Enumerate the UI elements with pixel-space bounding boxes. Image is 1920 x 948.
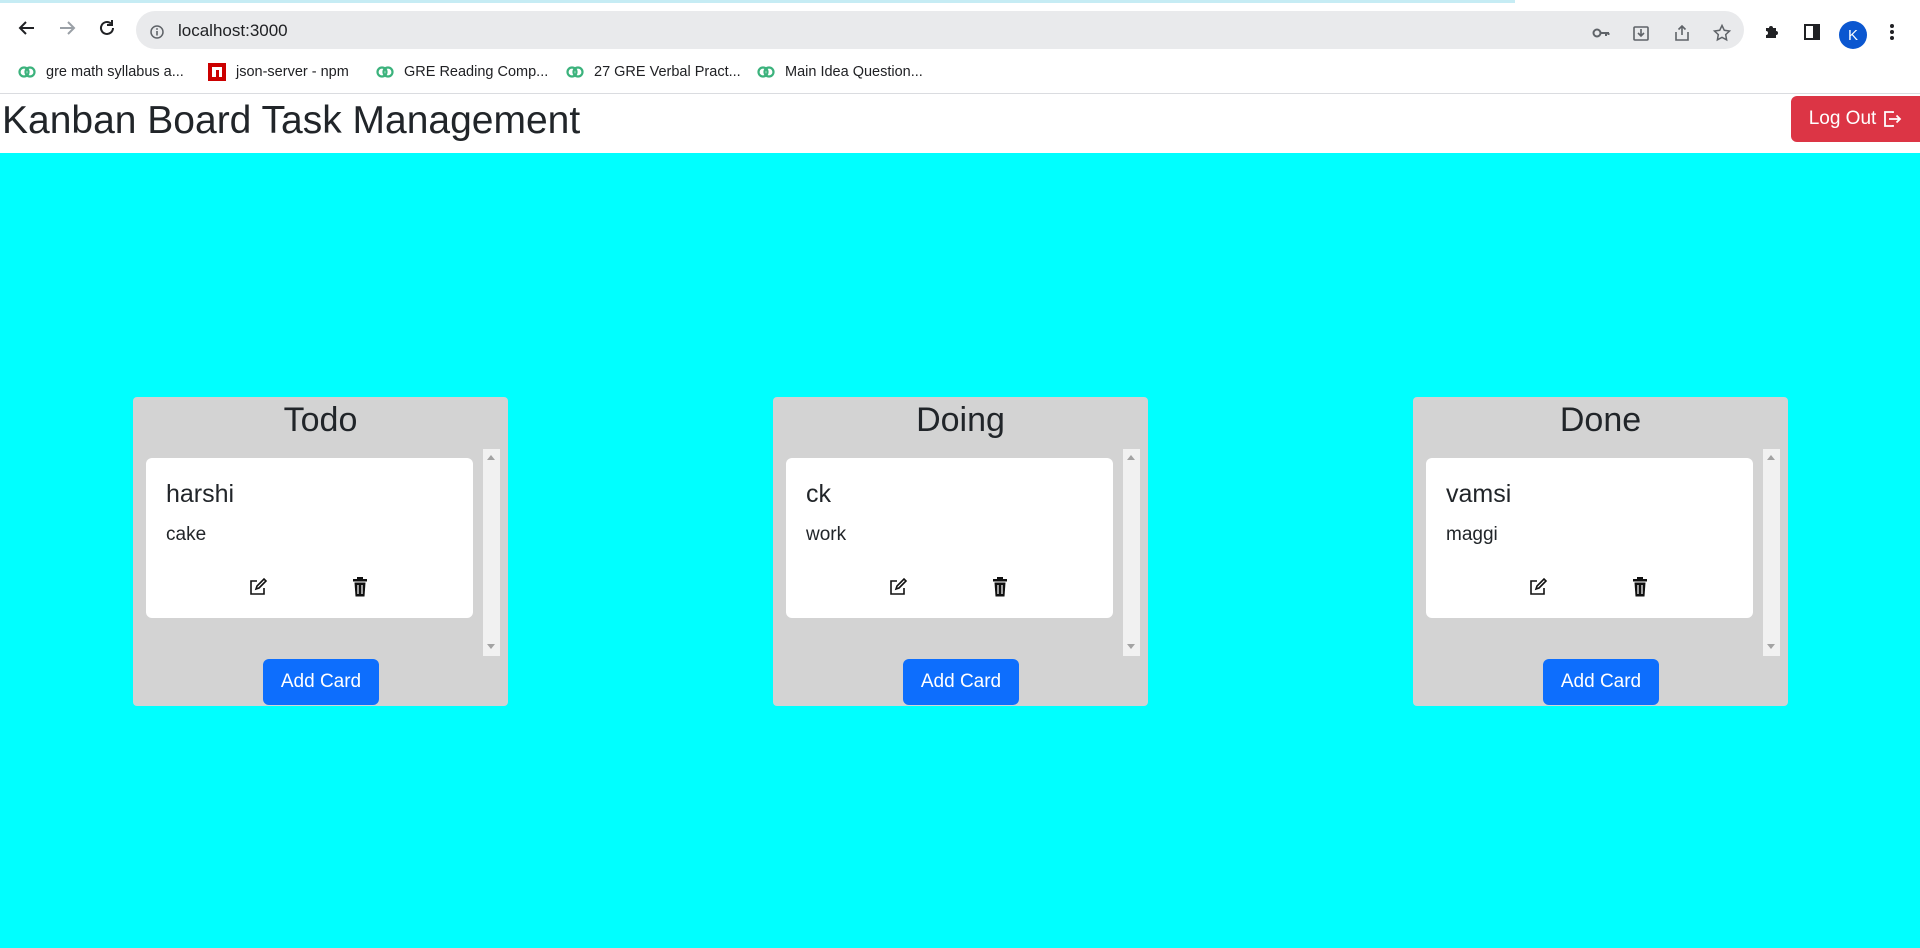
logout-icon — [1884, 111, 1902, 127]
address-bar-url: localhost:3000 — [178, 21, 288, 40]
scroll-down-arrow-icon[interactable] — [487, 644, 495, 649]
bookmark-item[interactable]: 27 GRE Verbal Pract... — [566, 58, 741, 86]
task-card[interactable]: vamsi maggi — [1426, 458, 1753, 618]
profile-avatar[interactable]: K — [1839, 21, 1867, 49]
delete-trash-icon[interactable] — [1628, 575, 1652, 599]
green-favicon-icon — [376, 66, 394, 78]
kebab-menu-icon[interactable] — [1880, 20, 1904, 44]
bookmark-label: Main Idea Question... — [785, 64, 923, 80]
install-app-icon[interactable] — [1630, 22, 1652, 44]
address-bar[interactable] — [136, 11, 1744, 49]
card-list: harshi cake — [143, 449, 498, 656]
back-icon[interactable] — [13, 14, 41, 42]
green-favicon-icon — [757, 66, 775, 78]
column-done: Done vamsi maggi Add Card — [1413, 397, 1788, 706]
column-doing: Doing ck work Add Card — [773, 397, 1148, 706]
edit-icon[interactable] — [886, 575, 910, 599]
app-header: Kanban Board Task Management Log Out — [0, 95, 1920, 153]
bookmarks-bar: gre math syllabus a... json-server - npm… — [0, 58, 1920, 86]
bookmark-item[interactable]: gre math syllabus a... — [18, 58, 184, 86]
card-list: ck work — [783, 449, 1138, 656]
password-key-icon[interactable] — [1590, 22, 1612, 44]
column-scrollbar[interactable] — [483, 449, 500, 656]
column-title: Todo — [283, 401, 358, 439]
card-description: cake — [166, 524, 207, 545]
card-title: ck — [806, 480, 831, 508]
scroll-down-arrow-icon[interactable] — [1767, 644, 1775, 649]
forward-icon[interactable] — [53, 14, 81, 42]
green-favicon-icon — [566, 66, 584, 78]
scroll-up-arrow-icon[interactable] — [1127, 455, 1135, 460]
delete-trash-icon[interactable] — [348, 575, 372, 599]
bookmark-item[interactable]: Main Idea Question... — [757, 58, 923, 86]
site-info-icon[interactable] — [150, 25, 164, 39]
browser-chrome: localhost:3000 K gre math syllabus a... — [0, 0, 1920, 94]
card-description: maggi — [1446, 524, 1498, 545]
bookmark-label: GRE Reading Comp... — [404, 64, 549, 80]
column-scrollbar[interactable] — [1763, 449, 1780, 656]
card-title: vamsi — [1446, 480, 1512, 508]
task-card[interactable]: harshi cake — [146, 458, 473, 618]
bookmark-label: json-server - npm — [236, 64, 349, 80]
scroll-down-arrow-icon[interactable] — [1127, 644, 1135, 649]
add-card-button[interactable]: Add Card — [1543, 659, 1659, 705]
edit-icon[interactable] — [246, 575, 270, 599]
card-title: harshi — [166, 480, 235, 508]
side-panel-icon[interactable] — [1800, 20, 1824, 44]
logout-label: Log Out — [1808, 108, 1877, 129]
reload-icon[interactable] — [93, 14, 121, 42]
edit-icon[interactable] — [1526, 575, 1550, 599]
bookmark-item[interactable]: GRE Reading Comp... — [376, 58, 548, 86]
column-scrollbar[interactable] — [1123, 449, 1140, 656]
bookmark-star-icon[interactable] — [1711, 22, 1733, 44]
bookmark-label: gre math syllabus a... — [46, 64, 184, 80]
delete-trash-icon[interactable] — [988, 575, 1012, 599]
scroll-up-arrow-icon[interactable] — [487, 455, 495, 460]
extensions-puzzle-icon[interactable] — [1760, 20, 1784, 44]
bookmark-item[interactable]: json-server - npm — [208, 58, 349, 86]
add-card-button[interactable]: Add Card — [263, 659, 379, 705]
logout-button[interactable]: Log Out — [1791, 96, 1920, 142]
green-favicon-icon — [18, 66, 36, 78]
page-load-progress-bar — [0, 0, 1515, 3]
share-icon[interactable] — [1671, 22, 1693, 44]
add-card-button[interactable]: Add Card — [903, 659, 1019, 705]
column-title: Done — [1559, 401, 1642, 439]
kanban-board: Todo harshi cake Add Card Doing ck work … — [0, 153, 1920, 948]
card-list: vamsi maggi — [1423, 449, 1778, 656]
task-card[interactable]: ck work — [786, 458, 1113, 618]
bookmark-label: 27 GRE Verbal Pract... — [594, 64, 741, 80]
scroll-up-arrow-icon[interactable] — [1767, 455, 1775, 460]
npm-icon — [208, 63, 226, 81]
page-title: Kanban Board Task Management — [2, 99, 581, 142]
browser-toolbar: localhost:3000 K — [0, 6, 1920, 50]
column-todo: Todo harshi cake Add Card — [133, 397, 508, 706]
column-title: Doing — [916, 401, 1005, 439]
card-description: work — [806, 524, 847, 545]
